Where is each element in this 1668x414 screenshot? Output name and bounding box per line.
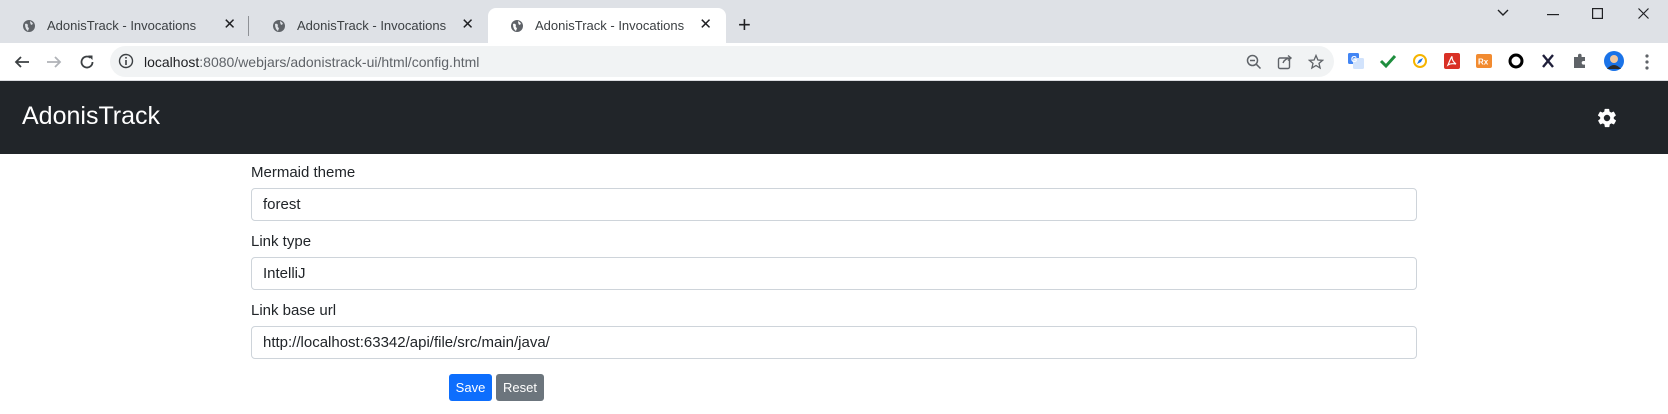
reset-button[interactable]: Reset xyxy=(496,374,544,401)
brand-link[interactable]: AdonisTrack xyxy=(22,102,160,131)
app-navbar: AdonisTrack xyxy=(0,81,1668,154)
share-icon[interactable] xyxy=(1277,54,1293,70)
browser-tab-3-active[interactable]: AdonisTrack - Invocations ✕ xyxy=(488,8,726,43)
rx-icon[interactable]: Rx xyxy=(1475,52,1493,70)
url-host: localhost xyxy=(144,54,200,70)
tab-close-icon[interactable]: ✕ xyxy=(699,17,712,33)
compass-icon[interactable] xyxy=(1411,52,1429,70)
zoom-out-icon[interactable] xyxy=(1246,54,1262,70)
info-icon[interactable] xyxy=(118,53,134,69)
pdf-icon[interactable] xyxy=(1443,52,1461,70)
check-icon[interactable] xyxy=(1379,52,1397,70)
tab-close-icon[interactable]: ✕ xyxy=(223,17,236,33)
avatar[interactable] xyxy=(1603,50,1625,72)
browser-toolbar: localhost:8080/webjars/adonistrack-ui/ht… xyxy=(0,43,1668,81)
minimize-icon[interactable] xyxy=(1547,14,1559,16)
back-button[interactable] xyxy=(11,51,33,73)
mermaid-theme-input[interactable]: forest xyxy=(251,188,1417,221)
tab-close-icon[interactable]: ✕ xyxy=(461,17,474,33)
arrow-left-icon xyxy=(14,56,29,68)
x-icon[interactable] xyxy=(1539,52,1557,70)
new-tab-button[interactable]: + xyxy=(738,13,751,37)
tab-search-chevron-icon[interactable] xyxy=(1497,9,1509,17)
link-type-label: Link type xyxy=(251,233,312,250)
mermaid-theme-label: Mermaid theme xyxy=(251,164,356,181)
link-type-input[interactable]: IntelliJ xyxy=(251,257,1417,290)
circle-icon[interactable] xyxy=(1507,52,1525,70)
browser-tab-strip: AdonisTrack - Invocations ✕ AdonisTrack … xyxy=(0,0,1668,43)
translate-icon[interactable]: G xyxy=(1347,52,1365,70)
url-text: localhost:8080/webjars/adonistrack-ui/ht… xyxy=(144,54,479,70)
menu-kebab-icon[interactable] xyxy=(1645,54,1649,70)
address-bar[interactable]: localhost:8080/webjars/adonistrack-ui/ht… xyxy=(110,46,1334,77)
forward-button[interactable] xyxy=(43,51,65,73)
globe-icon xyxy=(273,19,285,32)
window-close-icon[interactable] xyxy=(1638,8,1649,19)
url-path: :8080/webjars/adonistrack-ui/html/config… xyxy=(199,54,480,70)
svg-text:G: G xyxy=(1351,55,1357,64)
link-base-url-input[interactable]: http://localhost:63342/api/file/src/main… xyxy=(251,326,1417,359)
globe-icon xyxy=(511,19,523,32)
globe-icon xyxy=(23,19,35,32)
tab-separator xyxy=(248,16,249,36)
link-base-url-label: Link base url xyxy=(251,302,337,319)
maximize-icon[interactable] xyxy=(1592,8,1603,19)
tab-title: AdonisTrack - Invocations xyxy=(297,18,447,33)
reload-icon xyxy=(80,55,94,69)
save-button[interactable]: Save xyxy=(449,374,492,401)
svg-text:Rx: Rx xyxy=(1478,58,1489,67)
puzzle-icon[interactable] xyxy=(1571,52,1589,70)
star-icon[interactable] xyxy=(1308,54,1324,70)
tab-title: AdonisTrack - Invocations xyxy=(47,18,197,33)
browser-tab-2[interactable]: AdonisTrack - Invocations ✕ xyxy=(250,8,488,43)
reload-button[interactable] xyxy=(76,51,98,73)
arrow-right-icon xyxy=(47,56,62,68)
tab-title: AdonisTrack - Invocations xyxy=(535,18,685,33)
browser-tab-1[interactable]: AdonisTrack - Invocations ✕ xyxy=(0,8,250,43)
gear-icon[interactable] xyxy=(1596,107,1618,129)
